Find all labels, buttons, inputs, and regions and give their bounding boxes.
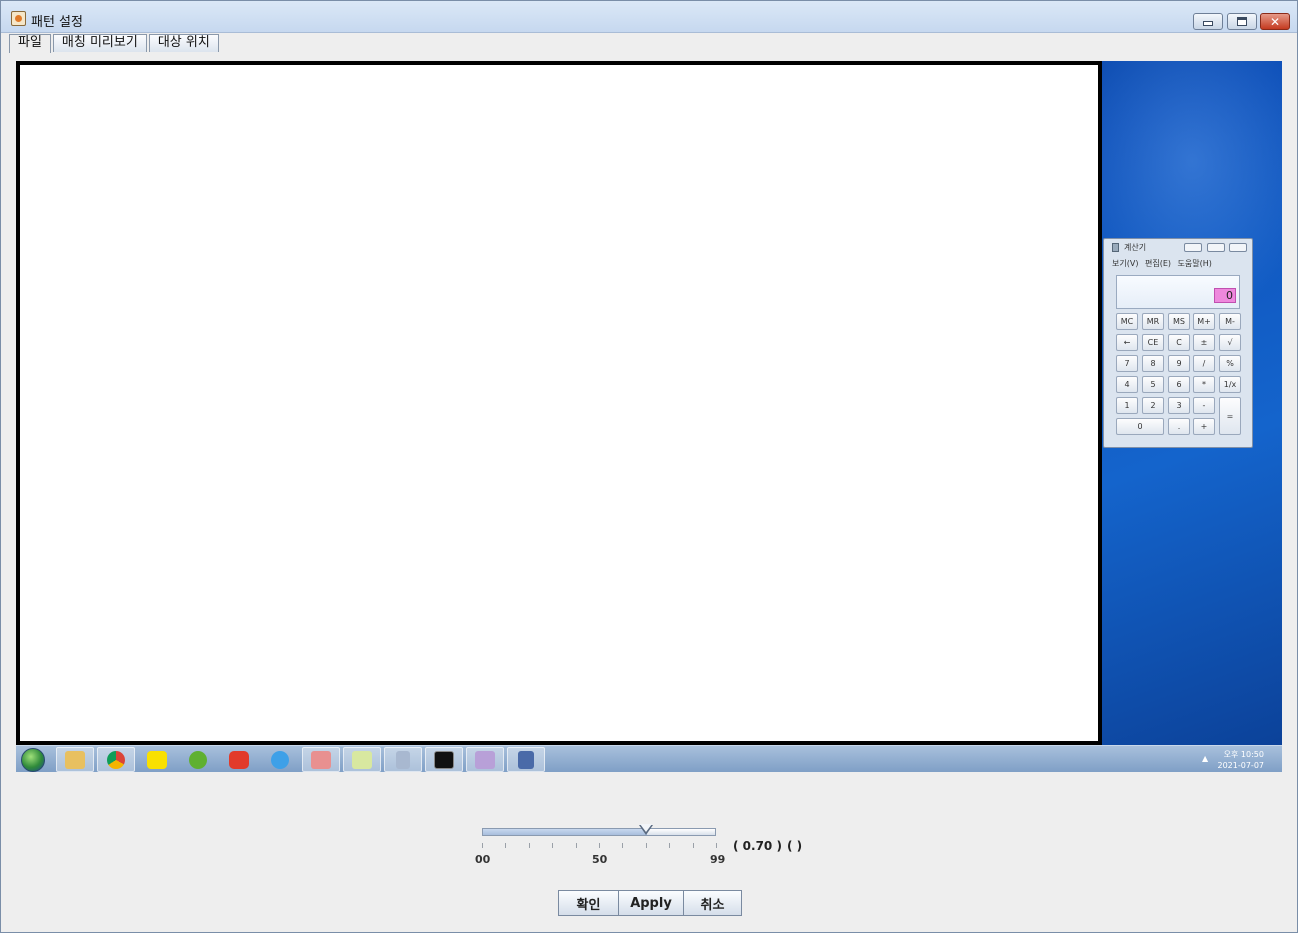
calc-key: C bbox=[1168, 334, 1190, 351]
cmd-icon bbox=[425, 747, 463, 772]
cancel-button[interactable]: 취소 bbox=[683, 890, 742, 916]
calculator-display: 0 bbox=[1116, 275, 1240, 309]
calc-key: 1/x bbox=[1219, 376, 1241, 393]
tab-bar: 파일 매칭 미리보기 대상 위치 bbox=[9, 34, 221, 53]
minimize-icon bbox=[1203, 21, 1213, 26]
close-icon: ✕ bbox=[1269, 14, 1281, 29]
calc-key: * bbox=[1193, 376, 1215, 393]
calc-key: 1 bbox=[1116, 397, 1138, 414]
calc-key: ± bbox=[1193, 334, 1215, 351]
calc-key: 4 bbox=[1116, 376, 1138, 393]
slider-tick bbox=[552, 843, 553, 848]
java-cup-icon bbox=[11, 11, 26, 26]
minimize-button[interactable] bbox=[1193, 13, 1223, 30]
tab-matching-preview[interactable]: 매칭 미리보기 bbox=[52, 34, 147, 52]
calculator-keypad: MC MR MS M+ M- ← CE C ± √ 7 8 9 / % 4 5 … bbox=[1116, 313, 1242, 438]
calculator-window-thumbnail: 계산기 보기(V) 편집(E) 도움말(H) 0 MC MR MS M+ M- … bbox=[1103, 238, 1253, 448]
calc-key: 2 bbox=[1142, 397, 1164, 414]
calc-key: CE bbox=[1142, 334, 1164, 351]
similarity-slider-group: 00 50 99 ( 0.70 ) ( ) bbox=[475, 821, 835, 871]
explorer-icon bbox=[56, 747, 94, 772]
calc-key: 8 bbox=[1142, 355, 1164, 372]
clock-date: 2021-07-07 bbox=[1217, 761, 1265, 770]
similarity-value: ( 0.70 ) bbox=[733, 839, 782, 853]
similarity-slider-track[interactable] bbox=[482, 828, 716, 836]
slider-tick bbox=[693, 843, 694, 848]
calc-key: % bbox=[1219, 355, 1241, 372]
calculator-title: 계산기 bbox=[1124, 243, 1147, 252]
slider-tick bbox=[482, 843, 483, 848]
calc-key: √ bbox=[1219, 334, 1241, 351]
slider-tick bbox=[669, 843, 670, 848]
calc-key: MR bbox=[1142, 313, 1164, 330]
similarity-slider-fill bbox=[483, 829, 647, 835]
similarity-slider-thumb[interactable] bbox=[639, 824, 653, 835]
tray-arrow-icon: ▲ bbox=[1202, 754, 1209, 763]
tab-target-position[interactable]: 대상 위치 bbox=[148, 34, 219, 52]
slider-tick bbox=[716, 843, 717, 848]
calc-key: / bbox=[1193, 355, 1215, 372]
save-icon bbox=[507, 747, 545, 772]
calc-key: ← bbox=[1116, 334, 1138, 351]
slider-max-label: 99 bbox=[710, 853, 726, 866]
slider-tick bbox=[576, 843, 577, 848]
title-bar[interactable]: 패턴 설정 ✕ bbox=[1, 1, 1297, 33]
window-title: 패턴 설정 bbox=[31, 15, 83, 30]
paint-icon bbox=[466, 747, 504, 772]
red-app-icon bbox=[220, 747, 258, 772]
calc-key: 3 bbox=[1168, 397, 1190, 414]
captured-taskbar: ▲ 오후 10:50 2021-07-07 bbox=[16, 745, 1282, 772]
tab-file[interactable]: 파일 bbox=[9, 34, 51, 53]
calculator-icon bbox=[1112, 243, 1119, 252]
maximize-button[interactable] bbox=[1227, 13, 1257, 30]
chrome-icon bbox=[97, 747, 135, 772]
calculator-menu: 보기(V) 편집(E) 도움말(H) bbox=[1112, 259, 1212, 268]
calc-key: + bbox=[1193, 418, 1215, 435]
calc-key: M- bbox=[1219, 313, 1241, 330]
utorrent-icon bbox=[179, 747, 217, 772]
slider-tick bbox=[599, 843, 600, 848]
close-button[interactable]: ✕ bbox=[1260, 13, 1290, 30]
slider-mid-label: 50 bbox=[592, 853, 608, 866]
pattern-settings-window: 패턴 설정 ✕ 파일 매칭 미리보기 대상 위치 계산기 보기(V) 편집(E)… bbox=[0, 0, 1298, 933]
calc-key: M+ bbox=[1193, 313, 1215, 330]
similarity-extra: ( ) bbox=[787, 839, 803, 853]
calc-key: 9 bbox=[1168, 355, 1190, 372]
slider-tick bbox=[529, 843, 530, 848]
calc-key: 7 bbox=[1116, 355, 1138, 372]
calc-key: . bbox=[1168, 418, 1190, 435]
calc-key: MC bbox=[1116, 313, 1138, 330]
tray-clock: 오후 10:50 2021-07-07 bbox=[1216, 749, 1265, 771]
clock-time: 오후 10:50 bbox=[1223, 750, 1264, 759]
slider-tick bbox=[505, 843, 506, 848]
calc-key: 6 bbox=[1168, 376, 1190, 393]
dialog-buttons: 확인 Apply 취소 bbox=[558, 890, 742, 916]
ok-button[interactable]: 확인 bbox=[558, 890, 619, 916]
slider-min-label: 00 bbox=[475, 853, 491, 866]
windows-start-icon bbox=[21, 748, 45, 772]
notepad-icon bbox=[343, 747, 381, 772]
slider-tick bbox=[622, 843, 623, 848]
calc-key: MS bbox=[1168, 313, 1190, 330]
snipping-tool-icon bbox=[302, 747, 340, 772]
calc-key: - bbox=[1193, 397, 1215, 414]
calculator-display-value: 0 bbox=[1214, 288, 1236, 303]
calc-key: = bbox=[1219, 397, 1241, 435]
internet-explorer-icon bbox=[261, 747, 299, 772]
slider-tick bbox=[646, 843, 647, 848]
kakaotalk-icon bbox=[138, 747, 176, 772]
calc-key: 0 bbox=[1116, 418, 1164, 435]
maximize-icon bbox=[1237, 17, 1247, 26]
apply-button[interactable]: Apply bbox=[618, 890, 684, 916]
calc-minimize-icon bbox=[1184, 243, 1202, 252]
calc-maximize-icon bbox=[1207, 243, 1225, 252]
pattern-selection-box[interactable] bbox=[16, 61, 1102, 745]
calc-close-icon bbox=[1229, 243, 1247, 252]
calculator-taskbar-icon bbox=[384, 747, 422, 772]
calc-key: 5 bbox=[1142, 376, 1164, 393]
screen-capture-preview[interactable]: 계산기 보기(V) 편집(E) 도움말(H) 0 MC MR MS M+ M- … bbox=[16, 61, 1282, 772]
